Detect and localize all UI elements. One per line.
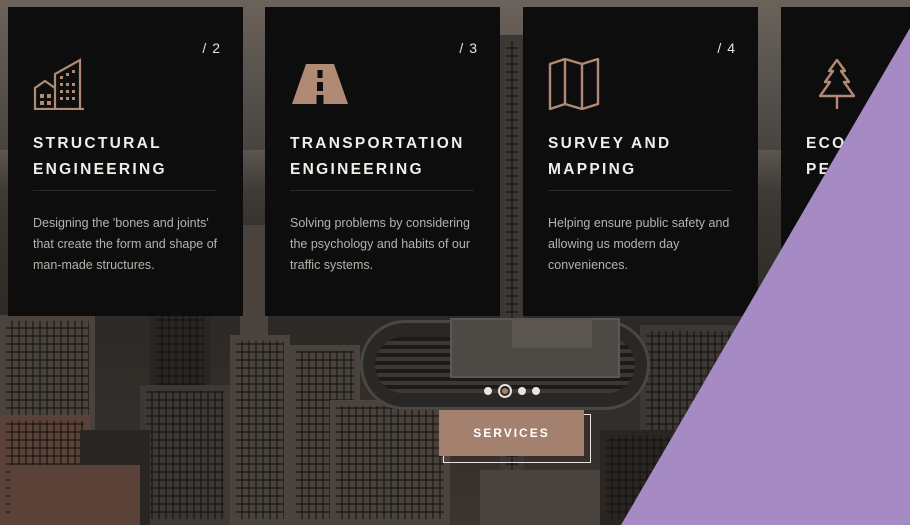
services-button[interactable]: SERVICES bbox=[439, 410, 584, 456]
card-title: SURVEY AND MAPPING bbox=[548, 135, 672, 178]
carousel-dot-active[interactable] bbox=[498, 384, 512, 398]
tree-icon bbox=[818, 58, 856, 109]
carousel-dot[interactable] bbox=[484, 387, 492, 395]
card-number: / 2 bbox=[202, 40, 221, 56]
card-number: / 4 bbox=[717, 40, 736, 56]
card-divider bbox=[290, 190, 474, 191]
card-title: STRUCTURAL ENGINEERING bbox=[33, 135, 167, 178]
card-description: Solving problems by considering the psyc… bbox=[290, 216, 470, 272]
road-icon bbox=[292, 64, 348, 104]
carousel-dot[interactable] bbox=[532, 387, 540, 395]
card-number: / 3 bbox=[459, 40, 478, 56]
service-card-transportation[interactable]: / 3 TRANSPORTATION ENGINEERING Solving p… bbox=[265, 7, 500, 316]
service-card-structural[interactable]: / 2 STRUCTURAL ENGINEERING Designing the… bbox=[8, 7, 243, 316]
carousel-pagination bbox=[484, 384, 540, 398]
card-divider bbox=[548, 190, 732, 191]
card-description: Helping ensure public safety and allowin… bbox=[548, 216, 730, 272]
service-cards-carousel: / 2 STRUCTURAL ENGINEERING Designing the… bbox=[0, 0, 910, 320]
service-card-eco[interactable]: ECO PE bbox=[781, 7, 910, 316]
service-card-survey[interactable]: / 4 SURVEY AND MAPPING Helping ensure pu… bbox=[523, 7, 758, 316]
card-title: TRANSPORTATION ENGINEERING bbox=[290, 135, 465, 178]
building-icon bbox=[33, 58, 84, 110]
card-description: Designing the 'bones and joints' that cr… bbox=[33, 216, 218, 272]
carousel-dot[interactable] bbox=[518, 387, 526, 395]
card-divider bbox=[33, 190, 217, 191]
card-title: ECO PE bbox=[806, 135, 847, 178]
map-icon bbox=[548, 58, 600, 110]
